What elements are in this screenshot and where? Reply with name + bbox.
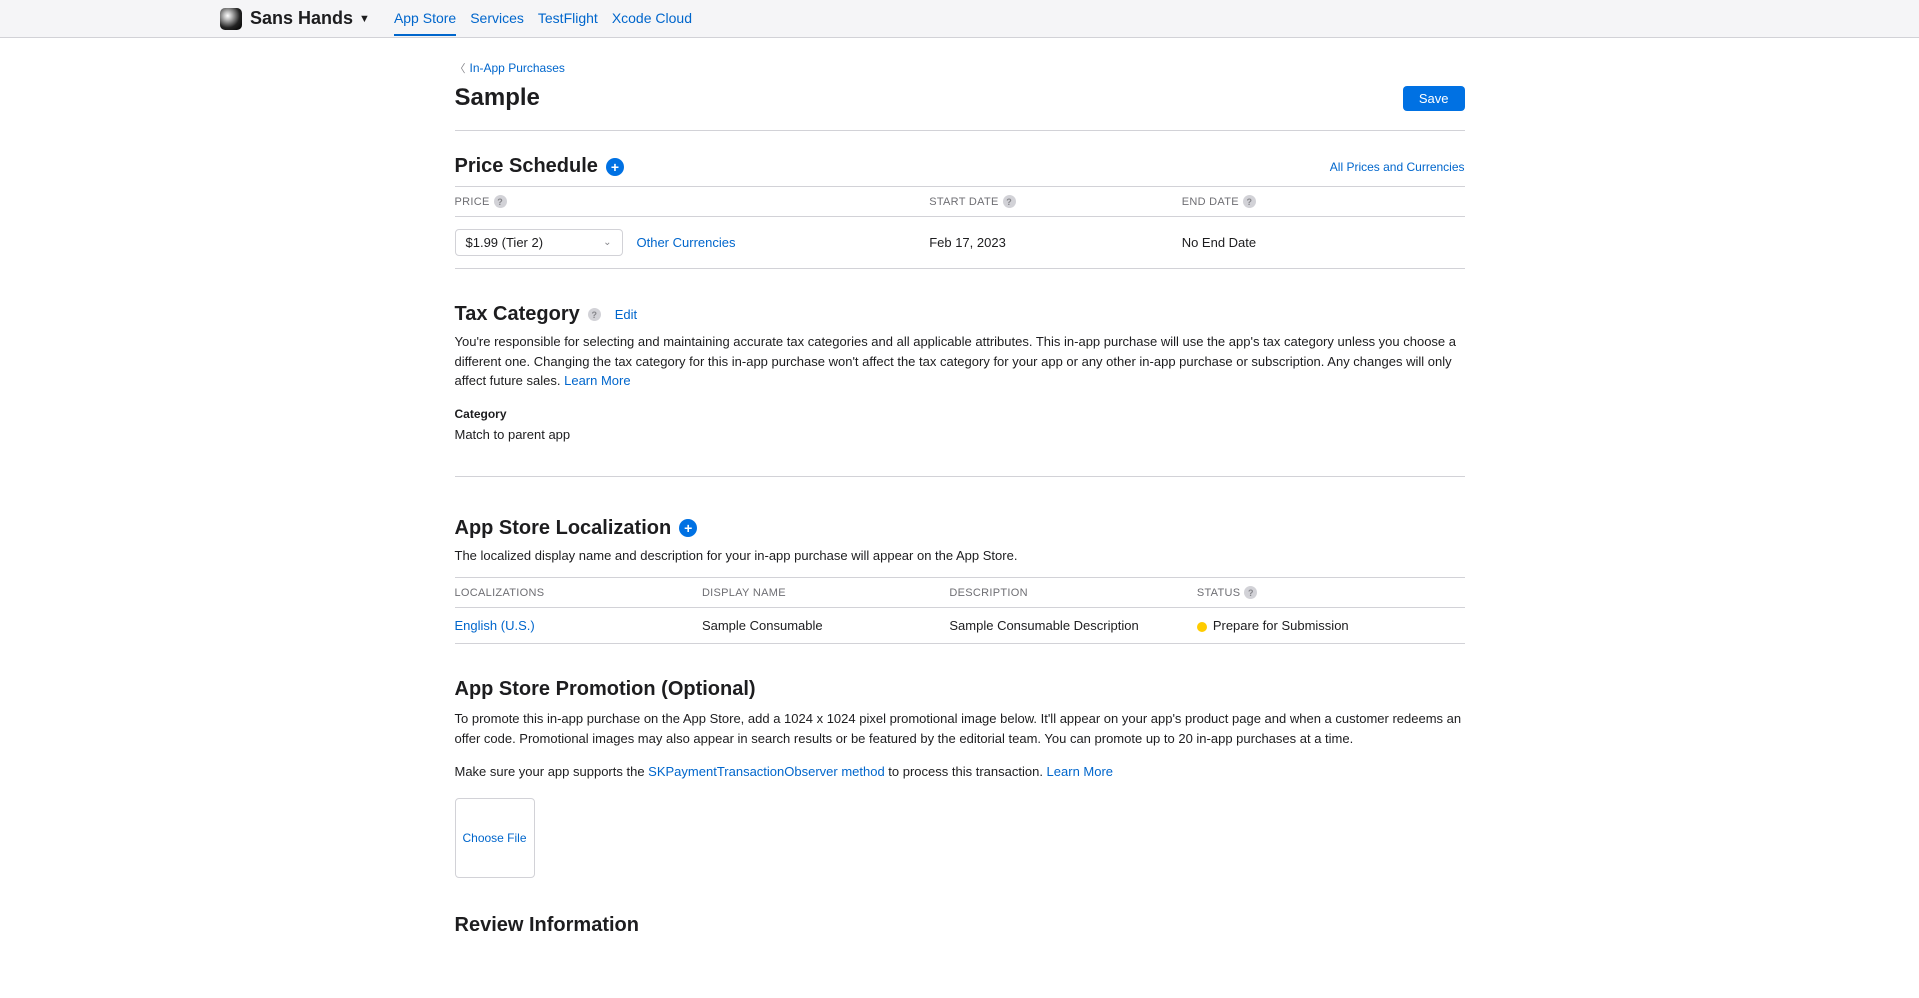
end-date-value: No End Date — [1182, 217, 1465, 269]
help-icon[interactable]: ? — [588, 308, 601, 321]
promotion-title: App Store Promotion (Optional) — [455, 678, 1465, 701]
start-date-value: Feb 17, 2023 — [929, 217, 1182, 269]
page-title: Sample — [455, 84, 540, 112]
top-bar: Sans Hands ▼ App Store Services TestFlig… — [0, 0, 1919, 38]
localization-row: English (U.S.) Sample Consumable Sample … — [455, 608, 1465, 644]
tab-services[interactable]: Services — [470, 2, 524, 36]
chevron-down-icon: ⌄ — [603, 237, 611, 248]
promotion-note: Make sure your app supports the SKPaymen… — [455, 762, 1465, 782]
promotion-description: To promote this in-app purchase on the A… — [455, 709, 1465, 748]
price-value: $1.99 (Tier 2) — [466, 235, 544, 250]
sk-observer-link[interactable]: SKPaymentTransactionObserver method — [648, 764, 885, 779]
add-localization-button[interactable]: + — [679, 519, 697, 537]
other-currencies-link[interactable]: Other Currencies — [637, 235, 736, 250]
localization-table: LOCALIZATIONS DISPLAY NAME DESCRIPTION S… — [455, 577, 1465, 644]
chevron-left-icon[interactable]: 〈 — [455, 60, 466, 76]
app-icon — [220, 8, 242, 30]
breadcrumb: 〈 In-App Purchases — [455, 38, 1465, 84]
col-description: DESCRIPTION — [949, 578, 1196, 608]
tax-learn-more-link[interactable]: Learn More — [564, 373, 630, 388]
col-start-date: START DATE — [929, 196, 998, 208]
promotion-section: App Store Promotion (Optional) To promot… — [455, 678, 1465, 878]
main-tabs: App Store Services TestFlight Xcode Clou… — [394, 2, 692, 36]
chevron-down-icon: ▼ — [359, 13, 370, 25]
category-label: Category — [455, 407, 1465, 421]
price-row: $1.99 (Tier 2) ⌄ Other Currencies Feb 17… — [455, 217, 1465, 269]
locale-link[interactable]: English (U.S.) — [455, 618, 535, 633]
app-name: Sans Hands — [250, 8, 353, 29]
help-icon[interactable]: ? — [1244, 586, 1257, 599]
help-icon[interactable]: ? — [494, 195, 507, 208]
divider — [455, 476, 1465, 477]
help-icon[interactable]: ? — [1003, 195, 1016, 208]
tab-app-store[interactable]: App Store — [394, 2, 456, 36]
price-schedule-title: Price Schedule — [455, 155, 598, 178]
tax-category-section: Tax Category ? Edit You're responsible f… — [455, 303, 1465, 442]
price-tier-select[interactable]: $1.99 (Tier 2) ⌄ — [455, 229, 623, 256]
localization-title: App Store Localization — [455, 517, 672, 540]
localization-section: App Store Localization + The localized d… — [455, 517, 1465, 645]
price-table: PRICE ? START DATE ? END DATE ? — [455, 186, 1465, 269]
col-end-date: END DATE — [1182, 196, 1239, 208]
tax-description: You're responsible for selecting and mai… — [455, 332, 1465, 391]
display-name-value: Sample Consumable — [702, 608, 949, 644]
price-schedule-section: Price Schedule + All Prices and Currenci… — [455, 155, 1465, 269]
add-price-button[interactable]: + — [606, 158, 624, 176]
col-status: STATUS — [1197, 587, 1241, 599]
localization-description: The localized display name and descripti… — [455, 546, 1465, 566]
title-row: Sample Save — [455, 84, 1465, 131]
status-dot-icon — [1197, 622, 1207, 632]
col-price: PRICE — [455, 196, 490, 208]
tax-category-title: Tax Category — [455, 303, 580, 326]
col-localizations: LOCALIZATIONS — [455, 578, 702, 608]
tab-testflight[interactable]: TestFlight — [538, 2, 598, 36]
all-prices-link[interactable]: All Prices and Currencies — [1330, 160, 1465, 174]
app-switcher[interactable]: Sans Hands ▼ — [220, 8, 370, 30]
category-value: Match to parent app — [455, 427, 1465, 442]
review-title: Review Information — [455, 914, 1465, 937]
description-value: Sample Consumable Description — [949, 608, 1196, 644]
help-icon[interactable]: ? — [1243, 195, 1256, 208]
review-section: Review Information — [455, 914, 1465, 937]
breadcrumb-parent-link[interactable]: In-App Purchases — [470, 61, 565, 75]
tab-xcode-cloud[interactable]: Xcode Cloud — [612, 2, 692, 36]
edit-tax-link[interactable]: Edit — [615, 307, 637, 322]
status-value: Prepare for Submission — [1213, 618, 1349, 633]
choose-file-box[interactable]: Choose File — [455, 798, 535, 878]
promotion-learn-more-link[interactable]: Learn More — [1047, 764, 1113, 779]
save-button[interactable]: Save — [1403, 86, 1465, 111]
choose-file-label: Choose File — [462, 831, 526, 845]
col-display-name: DISPLAY NAME — [702, 578, 949, 608]
